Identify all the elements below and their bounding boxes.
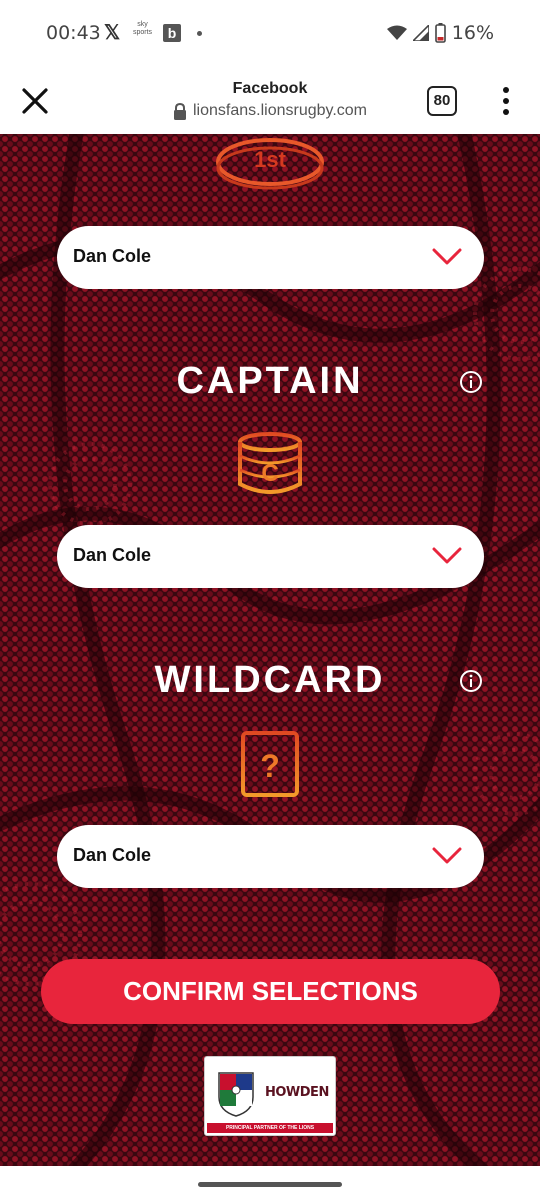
confirm-selections-button[interactable]: CONFIRM SELECTIONS [41,959,500,1024]
wildcard-info-icon[interactable] [459,669,483,693]
rank-badge-icon: 1st [216,138,324,190]
b-app-icon: b [163,24,181,42]
lions-crest-icon [218,1072,254,1117]
sky-sports-icon: sky sports [133,21,152,37]
wildcard-select[interactable]: Dan Cole [57,825,484,888]
sports-label: sports [133,29,153,36]
x-app-icon: 𝕏 [104,22,121,44]
captain-info-icon[interactable] [459,370,483,394]
first-player-value: Dan Cole [73,246,152,266]
captain-icon-letter: C [261,460,278,487]
sponsor-badge[interactable]: HOWDEN PRINCIPAL PARTNER OF THE LIONS [204,1056,336,1136]
url-line: lionsfans.lionsrugby.com [140,102,400,120]
chevron-down-icon [432,847,462,864]
more-vert-icon[interactable] [496,86,516,116]
battery-percent: 16% [451,22,494,44]
chevron-down-icon [432,248,462,265]
url-block[interactable]: Facebook lionsfans.lionsrugby.com [140,80,400,120]
chevron-down-icon [432,547,462,564]
close-icon[interactable] [20,86,50,116]
sponsor-tagline: PRINCIPAL PARTNER OF THE LIONS [207,1123,333,1133]
tab-counter-button[interactable]: 80 [427,86,457,116]
wildcard-icon-letter: ? [260,748,280,784]
wildcard-question-icon: ? [241,731,299,797]
captain-select[interactable]: Dan Cole [57,525,484,588]
wifi-icon [386,25,407,40]
captain-value: Dan Cole [73,545,152,565]
sky-label: sky [137,21,148,28]
first-player-select[interactable]: Dan Cole [57,226,484,289]
status-time: 00:43 [46,22,101,44]
rank-badge-text: 1st [254,147,286,172]
battery-icon [434,23,446,43]
signal-icon [412,25,429,41]
status-right-cluster: 16% [386,22,494,44]
captain-armband-icon: C [238,432,302,494]
lock-icon [173,102,186,120]
page-title: Facebook [232,80,308,97]
selection-panel: 1st Dan Cole CAPTAIN C Dan Cole WILDCARD… [0,134,540,1166]
wildcard-value: Dan Cole [73,845,152,865]
sponsor-brand: HOWDEN [265,1085,329,1100]
url-text: lionsfans.lionsrugby.com [192,102,367,119]
home-indicator[interactable] [198,1182,342,1187]
notification-dot-icon [197,31,202,36]
gesture-bar [0,1166,540,1200]
status-bar: 00:43 𝕏 sky sports b 16% [0,0,540,66]
browser-toolbar: Facebook lionsfans.lionsrugby.com 80 [0,66,540,134]
